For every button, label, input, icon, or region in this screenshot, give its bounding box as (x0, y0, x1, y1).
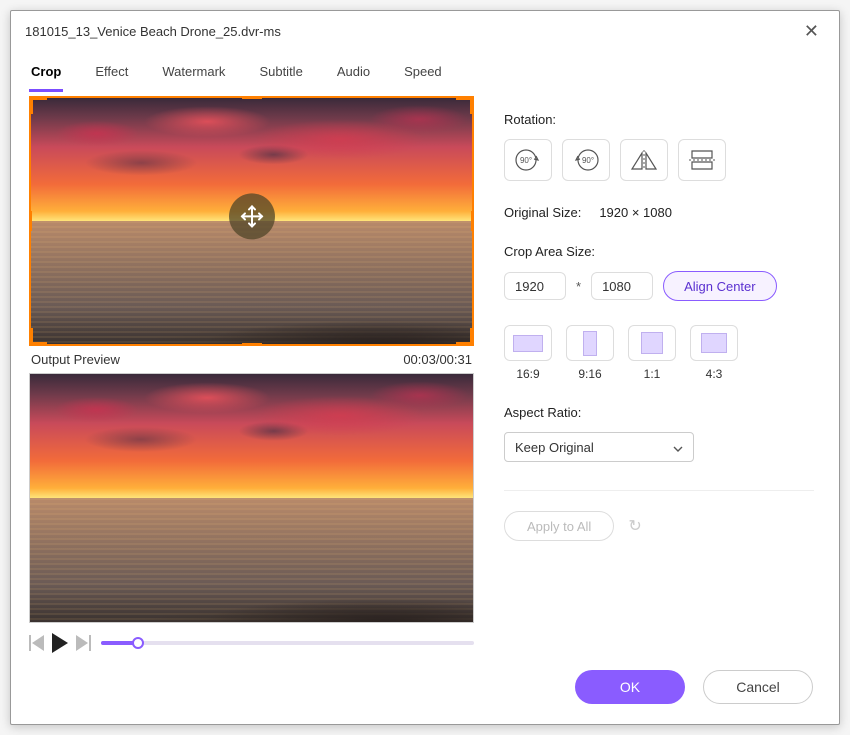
editor-window: 181015_13_Venice Beach Drone_25.dvr-ms ✕… (10, 10, 840, 725)
window-title: 181015_13_Venice Beach Drone_25.dvr-ms (25, 24, 281, 39)
seek-knob[interactable] (132, 637, 144, 649)
tab-bar: Crop Effect Watermark Subtitle Audio Spe… (11, 52, 839, 92)
multiply-symbol: * (576, 279, 581, 294)
svg-text:90°: 90° (520, 156, 532, 165)
tab-subtitle[interactable]: Subtitle (257, 58, 304, 92)
cancel-button[interactable]: Cancel (703, 670, 813, 704)
timecode: 00:03/00:31 (403, 352, 472, 367)
tab-watermark[interactable]: Watermark (160, 58, 227, 92)
ok-button[interactable]: OK (575, 670, 685, 704)
crop-preview[interactable] (29, 96, 474, 346)
crop-handle-bl[interactable] (29, 328, 47, 346)
playback-controls (29, 623, 474, 653)
tab-speed[interactable]: Speed (402, 58, 444, 92)
next-button[interactable] (76, 635, 91, 651)
ratio-16-9-button[interactable]: 16:9 (504, 325, 552, 381)
rotate-cw-button[interactable]: 90° (504, 139, 552, 181)
divider (504, 490, 814, 491)
original-size-value: 1920 × 1080 (599, 205, 672, 220)
prev-button[interactable] (29, 635, 44, 651)
crop-handle-tl[interactable] (29, 96, 47, 114)
titlebar: 181015_13_Venice Beach Drone_25.dvr-ms ✕ (11, 11, 839, 52)
aspect-ratio-select[interactable]: Keep Original (504, 432, 694, 462)
rotation-label: Rotation: (504, 112, 821, 127)
output-preview-label: Output Preview (31, 352, 120, 367)
crop-area-label: Crop Area Size: (504, 244, 821, 259)
rotate-ccw-button[interactable]: 90° (562, 139, 610, 181)
ratio-4-3-button[interactable]: 4:3 (690, 325, 738, 381)
right-pane: Rotation: 90° 90° (504, 96, 821, 656)
chevron-down-icon (673, 440, 683, 455)
output-preview (29, 373, 474, 623)
tab-crop[interactable]: Crop (29, 58, 63, 92)
tab-audio[interactable]: Audio (335, 58, 372, 92)
seek-slider[interactable] (101, 641, 474, 645)
crop-handle-r[interactable] (471, 211, 474, 231)
ratio-1-1-label: 1:1 (644, 367, 661, 381)
ratio-9-16-label: 9:16 (578, 367, 601, 381)
flip-horizontal-button[interactable] (620, 139, 668, 181)
align-center-button[interactable]: Align Center (663, 271, 777, 301)
ratio-1-1-button[interactable]: 1:1 (628, 325, 676, 381)
crop-width-input[interactable] (504, 272, 566, 300)
ratio-9-16-button[interactable]: 9:16 (566, 325, 614, 381)
apply-to-all-button[interactable]: Apply to All (504, 511, 614, 541)
original-size-label: Original Size: (504, 205, 581, 220)
footer: OK Cancel (11, 656, 839, 724)
left-pane: Output Preview 00:03/00:31 (29, 96, 474, 656)
ratio-4-3-label: 4:3 (706, 367, 723, 381)
crop-handle-tr[interactable] (456, 96, 474, 114)
crop-handle-br[interactable] (456, 328, 474, 346)
tab-effect[interactable]: Effect (93, 58, 130, 92)
aspect-ratio-value: Keep Original (515, 440, 594, 455)
preview-info-bar: Output Preview 00:03/00:31 (29, 346, 474, 373)
crop-height-input[interactable] (591, 272, 653, 300)
crop-handle-b[interactable] (242, 343, 262, 346)
flip-vertical-button[interactable] (678, 139, 726, 181)
play-button[interactable] (52, 633, 68, 653)
aspect-ratio-label: Aspect Ratio: (504, 405, 821, 420)
reset-icon[interactable]: ↻ (628, 516, 641, 536)
move-icon[interactable] (229, 193, 275, 239)
crop-handle-l[interactable] (29, 211, 32, 231)
crop-handle-t[interactable] (242, 96, 262, 99)
close-icon[interactable]: ✕ (798, 19, 825, 44)
svg-text:90°: 90° (582, 156, 594, 165)
ratio-16-9-label: 16:9 (516, 367, 539, 381)
